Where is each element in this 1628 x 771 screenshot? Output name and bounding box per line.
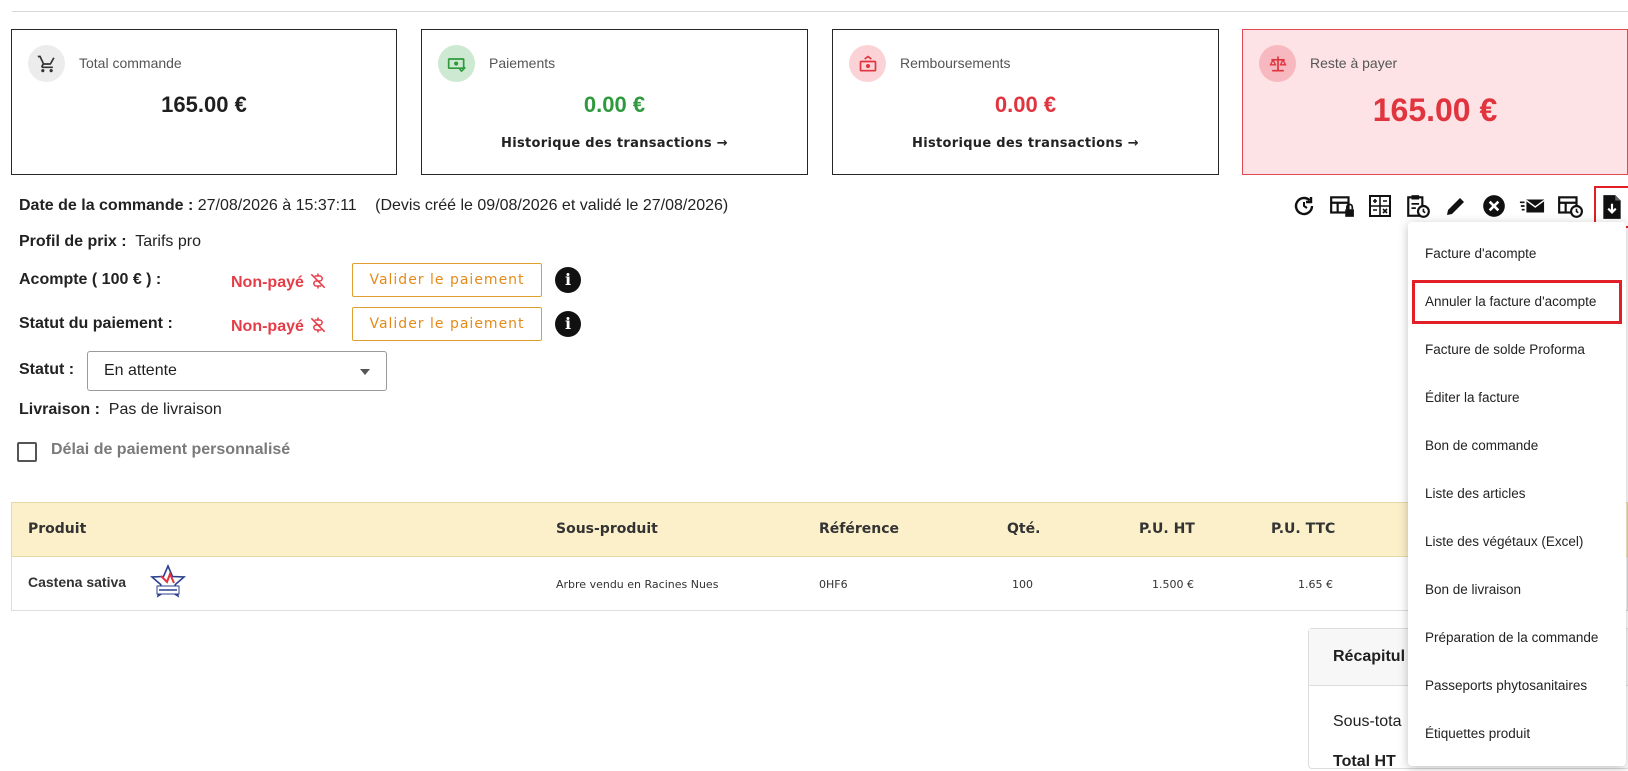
close-circle-icon[interactable] <box>1481 193 1507 219</box>
payment-status: Non-payé <box>231 315 328 336</box>
menu-item-bon-de-commande[interactable]: Bon de commande <box>1408 424 1626 468</box>
recap-total-ht-label: Total HT <box>1333 753 1396 770</box>
header-produit: Produit <box>28 521 87 537</box>
card-title: Reste à payer <box>1310 55 1398 71</box>
price-profile-label: Profil de prix : <box>19 233 127 250</box>
cash-refund-icon <box>849 45 886 82</box>
header-sous-produit: Sous-produit <box>556 521 658 537</box>
card-remboursements: Remboursements 0.00 € Historique des tra… <box>832 29 1219 175</box>
payment-status-label: Statut du paiement : <box>19 315 173 332</box>
header-reference: Référence <box>819 521 900 537</box>
menu-item-bon-de-livraison[interactable]: Bon de livraison <box>1408 568 1626 612</box>
table-lock-icon[interactable] <box>1329 193 1355 219</box>
menu-item-annuler-facture-acompte[interactable]: Annuler la facture d'acompte <box>1412 280 1622 324</box>
clipboard-clock-icon[interactable] <box>1405 193 1431 219</box>
acompte-status-text: Non-payé <box>231 274 304 291</box>
reference: 0HF6 <box>819 578 848 591</box>
header-quantite: Qté. <box>1007 521 1041 537</box>
card-reste-a-payer: Reste à payer 165.00 € <box>1242 29 1628 175</box>
currency-off-icon <box>310 273 326 289</box>
price-profile-line: Profil de prix : Tarifs pro <box>19 233 201 251</box>
menu-item-preparation-commande[interactable]: Préparation de la commande <box>1408 616 1626 660</box>
acompte-status: Non-payé <box>231 271 328 292</box>
recap-sous-total-label: Sous-tota <box>1333 713 1402 730</box>
quantity: 100 <box>1012 578 1033 591</box>
menu-item-facture-acompte[interactable]: Facture d'acompte <box>1408 232 1626 276</box>
pencil-icon[interactable] <box>1443 193 1469 219</box>
custom-payment-delay-label: Délai de paiement personnalisé <box>51 441 291 458</box>
devis-note: (Devis créé le 09/08/2026 et validé le 2… <box>375 197 729 214</box>
sub-product: Arbre vendu en Racines Nues <box>556 578 719 591</box>
statut-select[interactable]: En attente <box>87 351 387 391</box>
header-pu-ht: P.U. HT <box>1139 521 1195 537</box>
card-amount: 0.00 € <box>994 92 1057 117</box>
table-row[interactable]: Castena sativa Arbre vendu en Racines Nu… <box>11 557 1628 611</box>
download-menu: Facture d'acompte Annuler la facture d'a… <box>1408 222 1626 766</box>
payment-status-text: Non-payé <box>231 318 304 335</box>
card-paiements: Paiements 0.00 € Historique des transact… <box>421 29 808 175</box>
transactions-history-link[interactable]: Historique des transactions → <box>422 136 807 151</box>
order-date-label: Date de la commande : <box>19 197 194 214</box>
email-fast-icon[interactable] <box>1519 193 1545 219</box>
card-total-commande: Total commande 165.00 € <box>11 29 397 175</box>
info-icon[interactable]: i <box>555 267 581 293</box>
unit-price-ttc: 1.65 € <box>1298 578 1333 591</box>
menu-item-facture-solde-proforma[interactable]: Facture de solde Proforma <box>1408 328 1626 372</box>
header-pu-ttc: P.U. TTC <box>1271 521 1336 537</box>
menu-item-editer-facture[interactable]: Éditer la facture <box>1408 376 1626 420</box>
livraison-value: Pas de livraison <box>108 401 222 418</box>
scale-balance-icon <box>1259 45 1296 82</box>
card-title: Total commande <box>79 55 182 71</box>
cash-check-icon <box>438 45 475 82</box>
price-profile-value: Tarifs pro <box>135 233 201 250</box>
fleurs-de-france-logo <box>149 563 187 606</box>
statut-select-value: En attente <box>104 362 177 379</box>
livraison-label: Livraison : <box>19 401 100 418</box>
top-divider <box>12 11 1628 12</box>
products-table: Produit Sous-produit Référence Qté. P.U.… <box>11 502 1628 611</box>
history-icon[interactable] <box>1291 193 1317 219</box>
caret-down-icon <box>360 369 370 375</box>
card-amount: 165.00 € <box>1372 92 1498 128</box>
cart-icon <box>28 45 65 82</box>
livraison-line: Livraison : Pas de livraison <box>19 401 222 419</box>
currency-off-icon <box>310 317 326 333</box>
order-date-line: Date de la commande : 27/08/2026 à 15:37… <box>19 197 728 215</box>
acompte-label: Acompte ( 100 € ) : <box>19 271 162 288</box>
menu-item-liste-vegetaux[interactable]: Liste des végétaux (Excel) <box>1408 520 1626 564</box>
unit-price-ht: 1.500 € <box>1152 578 1194 591</box>
validate-acompte-button[interactable]: Valider le paiement <box>352 263 542 297</box>
transactions-history-link[interactable]: Historique des transactions → <box>833 136 1218 151</box>
calculator-icon[interactable] <box>1367 193 1393 219</box>
menu-item-liste-articles[interactable]: Liste des articles <box>1408 472 1626 516</box>
table-header: Produit Sous-produit Référence Qté. P.U.… <box>11 502 1628 557</box>
card-amount: 165.00 € <box>161 92 247 117</box>
info-icon[interactable]: i <box>555 311 581 337</box>
card-amount: 0.00 € <box>583 92 646 117</box>
statut-label: Statut : <box>19 361 75 378</box>
menu-item-passeports-phytosanitaires[interactable]: Passeports phytosanitaires <box>1408 664 1626 708</box>
product-name: Castena sativa <box>28 574 127 590</box>
card-title: Remboursements <box>900 55 1011 71</box>
order-date-value: 27/08/2026 à 15:37:11 <box>193 197 357 214</box>
validate-payment-button[interactable]: Valider le paiement <box>352 307 542 341</box>
menu-item-etiquettes-produit[interactable]: Étiquettes produit <box>1408 712 1626 756</box>
custom-payment-delay-checkbox[interactable] <box>17 442 37 462</box>
card-title: Paiements <box>489 55 556 71</box>
table-clock-icon[interactable] <box>1557 193 1583 219</box>
